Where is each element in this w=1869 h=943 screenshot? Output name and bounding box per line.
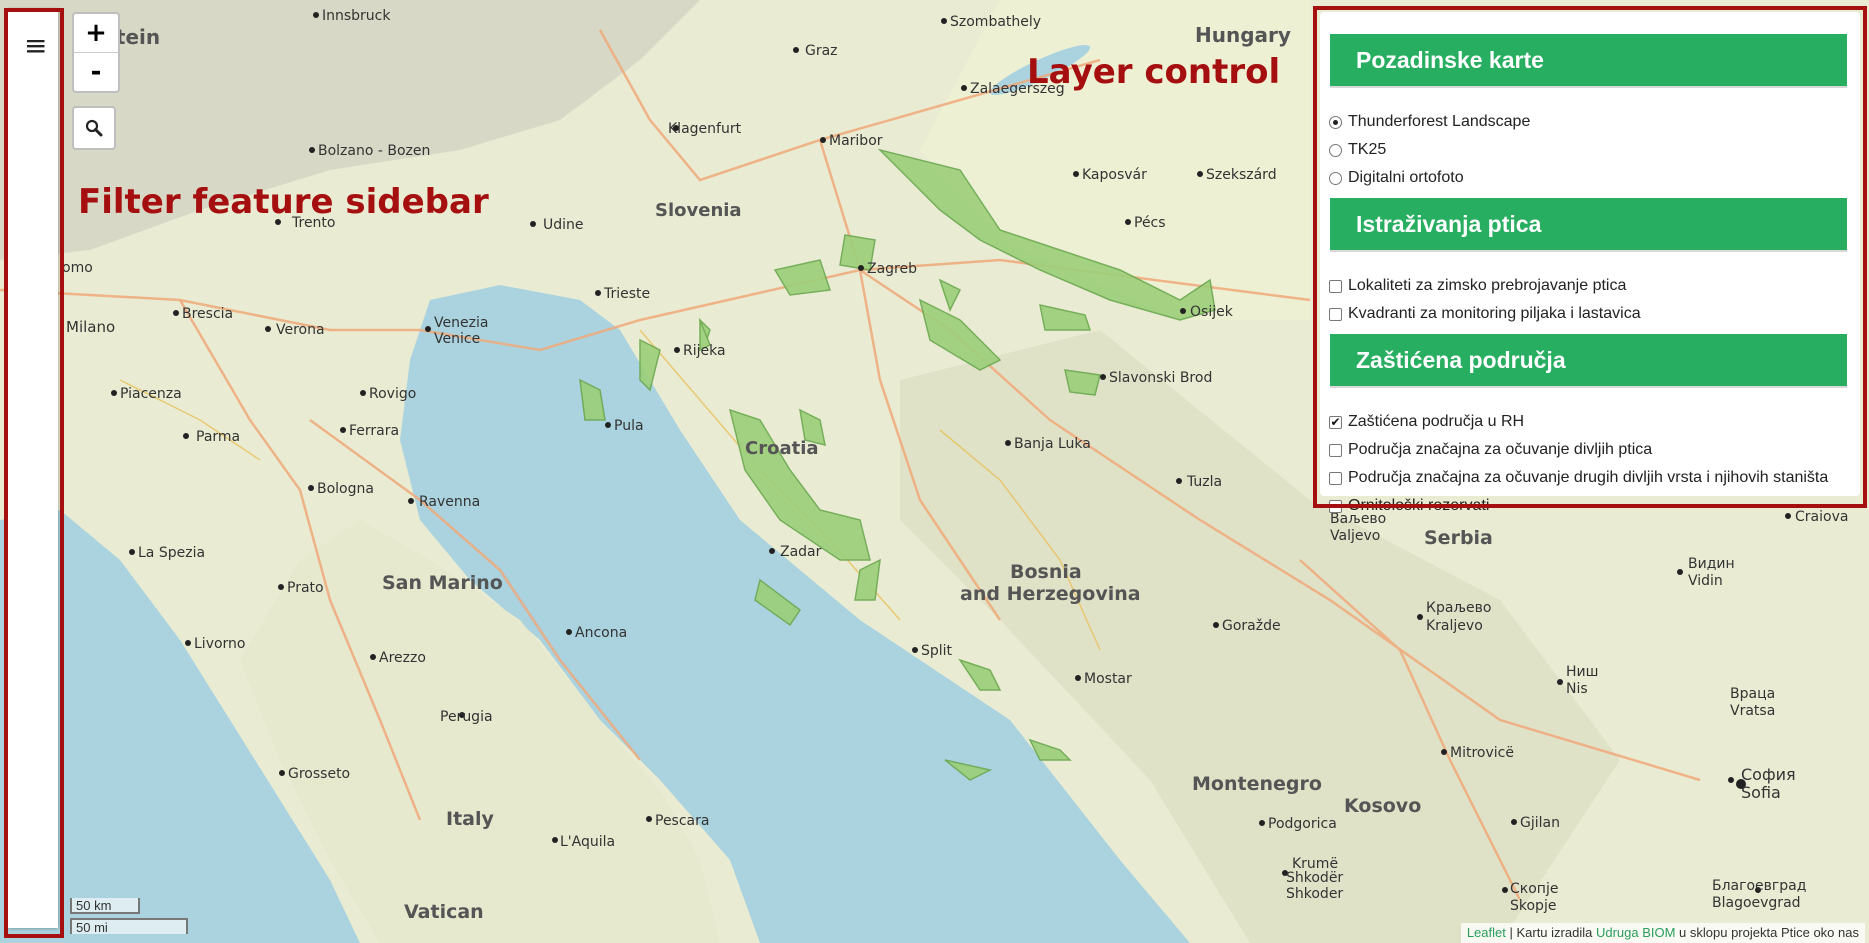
map-label: Banja Luka — [1014, 436, 1091, 452]
map-label: Благоевград — [1712, 878, 1806, 894]
map-label: Venice — [434, 331, 480, 347]
map-label: Ниш — [1566, 664, 1598, 680]
map-label: Split — [921, 643, 953, 659]
map-label: Bologna — [317, 481, 374, 497]
map-label: Szombathely — [950, 14, 1041, 30]
map-label: Vatican — [404, 901, 484, 923]
attribution-text: | Kartu izradila — [1505, 925, 1596, 940]
map-label: Sofia — [1741, 783, 1781, 802]
map-label: Nis — [1566, 681, 1588, 697]
map-label: Shkodër — [1286, 870, 1343, 886]
search-icon — [85, 119, 103, 137]
map-label: Szekszárd — [1206, 167, 1277, 183]
map-label: Klagenfurt — [668, 121, 742, 137]
map-label: Croatia — [745, 438, 819, 459]
map-label: La Spezia — [138, 545, 205, 561]
map-label: Serbia — [1424, 527, 1493, 549]
map-label: Perugia — [440, 709, 493, 725]
map-label: Slavonski Brod — [1109, 370, 1212, 386]
map-label: Milano — [66, 318, 115, 336]
map-label: Rijeka — [683, 343, 726, 359]
biom-link[interactable]: Udruga BIOM — [1596, 925, 1675, 940]
zoom-control: + - — [72, 12, 120, 93]
map-label: and Herzegovina — [960, 583, 1141, 605]
map-label: Враца — [1730, 686, 1775, 702]
map-label: Italy — [446, 808, 494, 830]
map-label: Краљево — [1426, 600, 1491, 616]
sidebar-highlight-frame — [4, 8, 64, 938]
map-label: Gjilan — [1520, 815, 1560, 831]
map-label: Vidin — [1688, 573, 1723, 589]
map-label: Graz — [805, 43, 838, 59]
map-label: Видин — [1688, 556, 1735, 572]
map-label: Kaposvár — [1082, 167, 1147, 183]
attribution: Leaflet | Kartu izradila Udruga BIOM u s… — [1460, 923, 1865, 943]
map-label: San Marino — [382, 572, 503, 594]
map-label: Kosovo — [1344, 795, 1421, 817]
map-label: Montenegro — [1192, 773, 1322, 795]
attribution-text: u sklopu projekta Ptice oko nas — [1675, 925, 1859, 940]
zoom-in-button[interactable]: + — [74, 14, 118, 52]
map-label: Pula — [614, 418, 644, 434]
map-label: Maribor — [829, 133, 883, 149]
map-label: Osijek — [1190, 304, 1234, 320]
map-label: Livorno — [194, 636, 246, 652]
layer-annotation: Layer control — [1027, 52, 1281, 92]
sidebar-annotation: Filter feature sidebar — [78, 182, 489, 222]
map-label: Ancona — [575, 625, 627, 641]
map-label: Zadar — [780, 544, 822, 560]
map-label: Slovenia — [655, 200, 742, 221]
zoom-out-button[interactable]: - — [74, 52, 118, 91]
map-label: Kraljevo — [1426, 618, 1483, 634]
layer-highlight-frame — [1313, 6, 1867, 508]
map-label: Pécs — [1134, 215, 1166, 231]
map-label: Скопје — [1510, 881, 1558, 897]
map-label: Rovigo — [369, 386, 416, 402]
map-label: Venezia — [434, 315, 488, 331]
map-label: Parma — [196, 429, 240, 445]
map-label: Trieste — [603, 286, 650, 302]
map-label: Arezzo — [379, 650, 426, 666]
map-label: Zagreb — [867, 261, 917, 277]
leaflet-link[interactable]: Leaflet — [1467, 925, 1506, 940]
map-label: Ferrara — [349, 423, 399, 439]
map-label: Grosseto — [288, 766, 350, 782]
map-label: Vratsa — [1730, 703, 1775, 719]
map-label: Valjevo — [1330, 528, 1380, 544]
map-label: omo — [62, 260, 93, 276]
map-label: Ravenna — [419, 494, 480, 510]
map-label: Shkoder — [1286, 886, 1343, 902]
map-label: Brescia — [182, 306, 233, 322]
map-label: Innsbruck — [322, 8, 391, 24]
scale-km: 50 km — [70, 898, 140, 914]
scale-mi: 50 mi — [70, 918, 188, 935]
map-label: Piacenza — [120, 386, 182, 402]
map-label: Bosnia — [1010, 561, 1082, 583]
map-label: Mitrovicë — [1450, 745, 1514, 761]
map-label: Prato — [287, 580, 324, 596]
map-label: Hungary — [1195, 23, 1291, 47]
map-label: София — [1741, 765, 1796, 784]
map-label: Blagoevgrad — [1712, 895, 1801, 911]
map-label: Podgorica — [1268, 816, 1337, 832]
map-label: L'Aquila — [560, 834, 615, 850]
map-label: Udine — [543, 217, 584, 233]
map-label: Tuzla — [1186, 474, 1222, 490]
search-button[interactable] — [72, 106, 116, 150]
map-label: Goražde — [1222, 618, 1281, 634]
map-label: Mostar — [1084, 671, 1132, 687]
map-label: Skopje — [1510, 898, 1556, 914]
map-label: Bolzano - Bozen — [318, 143, 430, 159]
map-label: Pescara — [655, 813, 709, 829]
map-label: Verona — [276, 322, 325, 338]
